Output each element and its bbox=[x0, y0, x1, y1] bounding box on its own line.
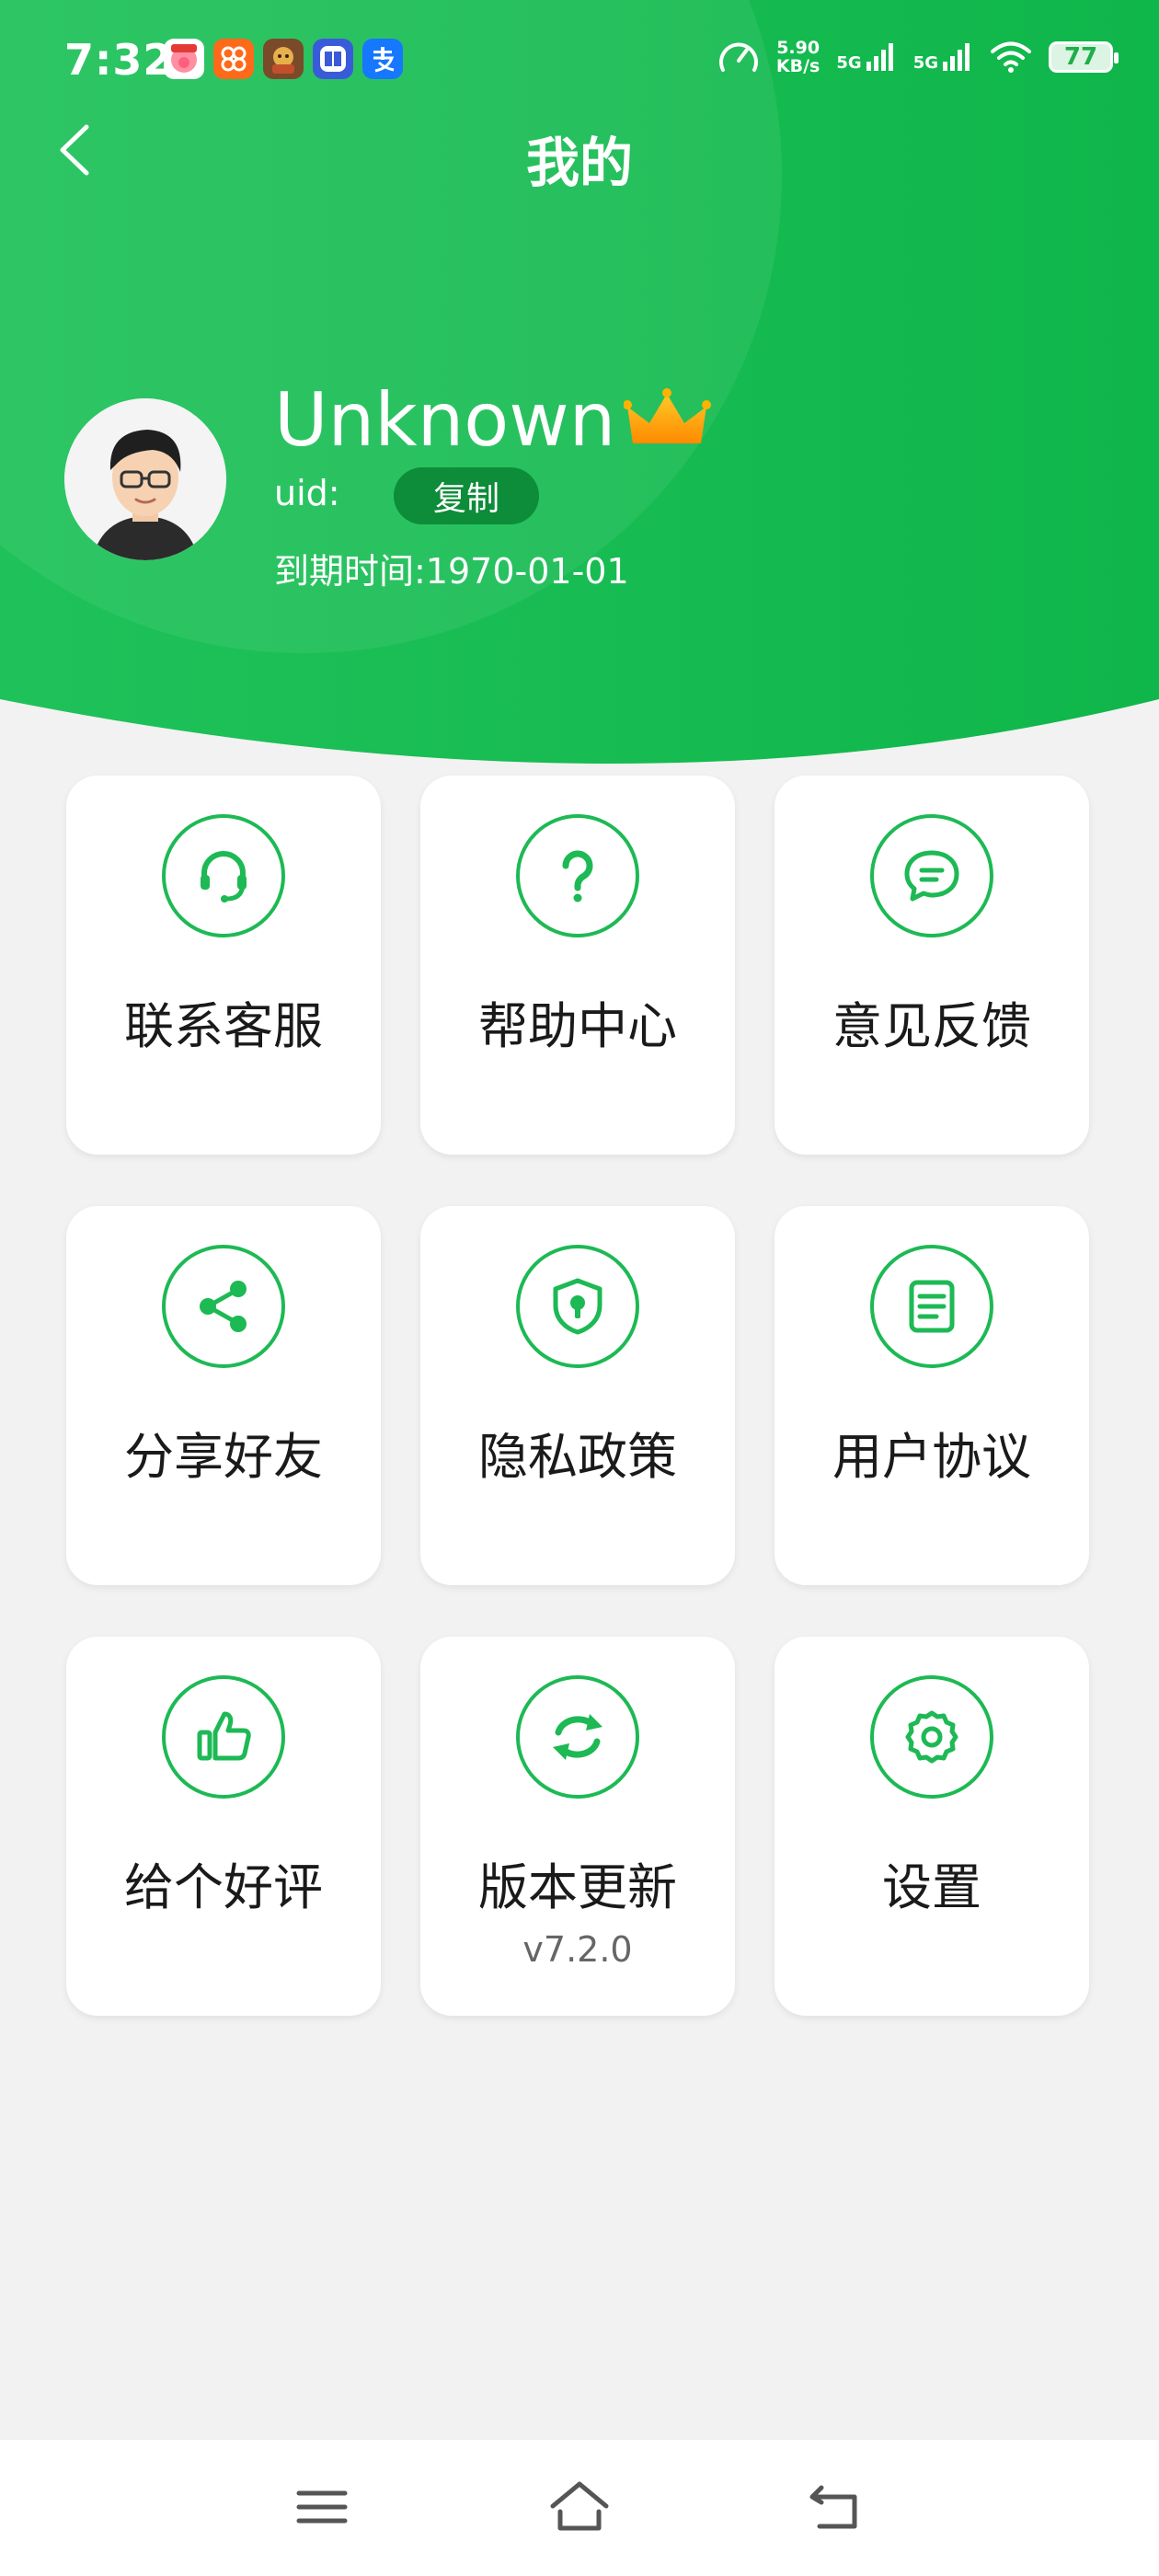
username: Unknown bbox=[274, 377, 616, 463]
menu-item-label: 设置 bbox=[882, 1858, 981, 1916]
menu-item-label: 用户协议 bbox=[832, 1428, 1031, 1486]
menu-item-version-update[interactable]: 版本更新 v7.2.0 bbox=[420, 1637, 735, 2016]
home-icon[interactable] bbox=[547, 2475, 612, 2539]
wifi-icon bbox=[991, 41, 1031, 73]
menu-item-settings[interactable]: 设置 bbox=[775, 1637, 1089, 2016]
version-number: v7.2.0 bbox=[522, 1929, 633, 1970]
menu-item-feedback[interactable]: 意见反馈 bbox=[775, 776, 1089, 1155]
net-speed: 5.90 KB/s bbox=[776, 39, 820, 75]
menu-item-label: 意见反馈 bbox=[832, 997, 1031, 1055]
document-icon bbox=[870, 1245, 993, 1368]
menu-item-user-agreement[interactable]: 用户协议 bbox=[775, 1206, 1089, 1585]
signal-bars-icon bbox=[943, 43, 970, 71]
menu-item-label: 分享好友 bbox=[124, 1428, 323, 1486]
speed-gauge-icon bbox=[718, 42, 758, 72]
game-app-icon bbox=[263, 39, 304, 79]
menu-item-privacy-policy[interactable]: 隐私政策 bbox=[420, 1206, 735, 1585]
avatar[interactable] bbox=[64, 398, 226, 560]
share-icon bbox=[162, 1245, 285, 1368]
menu-item-label: 隐私政策 bbox=[478, 1428, 677, 1486]
net-speed-value: 5.90 bbox=[776, 38, 820, 58]
battery-indicator: 77 bbox=[1049, 41, 1119, 73]
thumbs-up-icon bbox=[162, 1675, 285, 1799]
signal-1-label: 5G bbox=[836, 53, 862, 73]
back-icon[interactable] bbox=[805, 2475, 869, 2539]
signal-2-label: 5G bbox=[912, 53, 938, 73]
signal-bars-icon bbox=[866, 43, 893, 71]
menu-item-label: 帮助中心 bbox=[478, 997, 677, 1055]
tieba-app-icon bbox=[313, 39, 353, 79]
copy-uid-button[interactable]: 复制 bbox=[394, 467, 539, 524]
piggy-app-icon bbox=[164, 39, 204, 79]
system-navigation-bar bbox=[0, 2440, 1159, 2576]
alipay-app-icon bbox=[362, 39, 403, 79]
menu-item-help-center[interactable]: 帮助中心 bbox=[420, 776, 735, 1155]
refresh-icon bbox=[516, 1675, 639, 1799]
status-indicators: 5.90 KB/s 5G 5G 77 bbox=[717, 37, 1119, 77]
shield-lock-icon bbox=[516, 1245, 639, 1368]
net-speed-unit: KB/s bbox=[775, 56, 820, 76]
question-icon bbox=[516, 814, 639, 937]
menu-item-label: 版本更新 bbox=[478, 1858, 677, 1916]
status-bar: 7:32 5.90 KB/s 5G 5G 77 bbox=[0, 0, 1159, 120]
page-title: 我的 bbox=[525, 132, 633, 194]
crown-icon bbox=[624, 388, 711, 443]
signal-2: 5G bbox=[913, 41, 973, 73]
notification-app-icons bbox=[164, 39, 403, 79]
headset-icon bbox=[162, 814, 285, 937]
chat-icon bbox=[870, 814, 993, 937]
menu-item-label: 联系客服 bbox=[124, 997, 323, 1055]
menu-item-label: 给个好评 bbox=[124, 1858, 323, 1916]
menu-item-rate-app[interactable]: 给个好评 bbox=[66, 1637, 381, 2016]
gear-icon bbox=[870, 1675, 993, 1799]
status-time: 7:32 bbox=[64, 35, 174, 85]
orange-app-icon bbox=[213, 39, 254, 79]
avatar-illustration bbox=[64, 398, 226, 560]
menu-icon[interactable] bbox=[290, 2475, 354, 2539]
menu-item-contact-service[interactable]: 联系客服 bbox=[66, 776, 381, 1155]
uid-label: uid: bbox=[274, 473, 340, 513]
menu-item-share-friends[interactable]: 分享好友 bbox=[66, 1206, 381, 1585]
expire-date: 到期时间:1970-01-01 bbox=[274, 551, 629, 592]
signal-1: 5G bbox=[836, 41, 896, 73]
